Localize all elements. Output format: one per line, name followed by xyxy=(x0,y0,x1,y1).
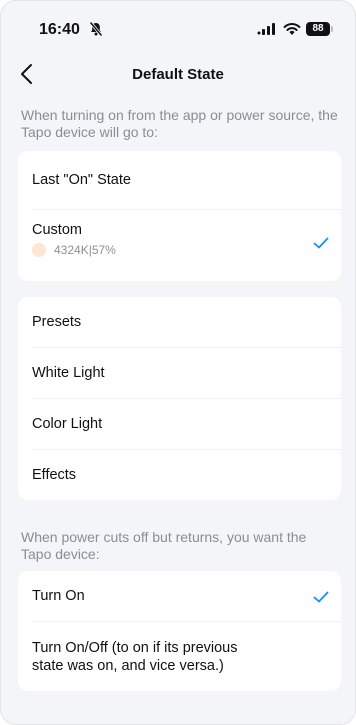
power-restore-card: Turn On Turn On/Off (to on if its previo… xyxy=(18,571,341,691)
mode-options-card: Presets White Light Color Light Effects xyxy=(18,297,341,500)
phone-screen: 16:40 88 Default State When turning on f… xyxy=(0,0,356,725)
option-white-light[interactable]: White Light xyxy=(18,348,341,399)
option-label: Turn On/Off (to on if its previous state… xyxy=(32,640,238,674)
option-label: Turn On xyxy=(32,588,85,604)
option-custom[interactable]: Custom 4324K|57% xyxy=(18,210,341,281)
default-state-card: Last "On" State Custom 4324K|57% xyxy=(18,151,341,281)
option-label: Color Light xyxy=(32,416,103,432)
option-label: Effects xyxy=(32,467,77,483)
checkmark-icon xyxy=(313,591,329,603)
section-note-power-cut: When power cuts off but returns, you wan… xyxy=(21,529,307,562)
option-effects[interactable]: Effects xyxy=(18,450,341,500)
wifi-icon xyxy=(283,23,301,35)
bell-slash-icon xyxy=(89,21,103,37)
status-time: 16:40 xyxy=(39,21,80,38)
checkmark-icon xyxy=(313,237,329,249)
custom-value: 4324K|57% xyxy=(32,243,341,257)
option-color-light[interactable]: Color Light xyxy=(18,399,341,450)
color-swatch xyxy=(32,243,46,257)
section-note-power-on: When turning on from the app or power so… xyxy=(21,107,338,140)
page-title: Default State xyxy=(132,66,224,83)
nav-bar: Default State xyxy=(1,59,355,89)
option-last-on-state[interactable]: Last "On" State xyxy=(18,151,341,210)
option-presets[interactable]: Presets xyxy=(18,297,341,348)
option-label: White Light xyxy=(32,365,105,381)
option-label: Custom xyxy=(32,222,82,238)
status-bar: 16:40 88 xyxy=(1,1,355,45)
cellular-signal-icon xyxy=(257,23,275,35)
option-turn-on-off[interactable]: Turn On/Off (to on if its previous state… xyxy=(18,622,341,691)
option-label: Presets xyxy=(32,314,82,330)
battery-tip xyxy=(331,26,333,32)
battery-indicator: 88 xyxy=(306,22,330,36)
option-label: Last "On" State xyxy=(32,172,131,188)
custom-value-text: 4324K|57% xyxy=(54,243,116,257)
option-turn-on[interactable]: Turn On xyxy=(18,571,341,622)
